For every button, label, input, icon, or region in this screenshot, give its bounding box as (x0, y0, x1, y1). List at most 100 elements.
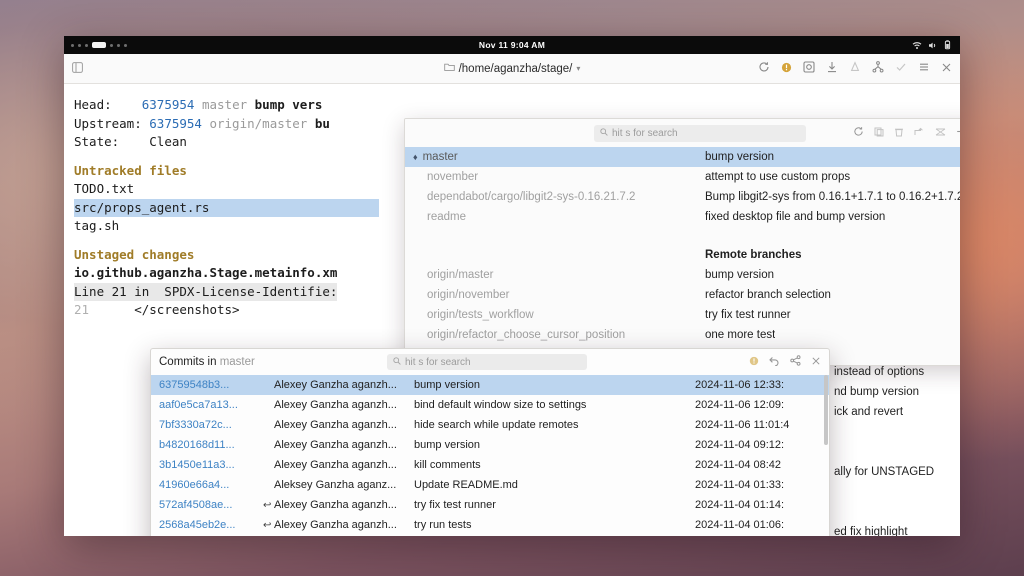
pull-icon[interactable] (826, 60, 838, 78)
head-row[interactable]: Head: 6375954 master bump vers (74, 96, 950, 115)
branch-message: try fix test runner (705, 309, 791, 321)
branch-message: fixed desktop file and bump version (705, 211, 886, 223)
commit-author: Alexey Ganzha aganzh... (274, 459, 397, 471)
table-row[interactable]: 7bf3330a72c... Alexey Ganzha aganzh... h… (151, 415, 829, 435)
commits-scrollbar[interactable] (824, 375, 828, 445)
branch-row[interactable]: origin/november refactor branch selectio… (405, 285, 960, 305)
push-icon[interactable] (849, 60, 861, 78)
merge-icon[interactable] (914, 124, 925, 142)
commit-date: 2024-11-04 09:12: (695, 439, 785, 451)
merge-arrow-icon: ↩ (263, 519, 272, 531)
state-label: State: (74, 134, 120, 149)
branch-row[interactable]: dependabot/cargo/libgit2-sys-0.16.21.7.2… (405, 187, 960, 207)
commit-oid[interactable]: 2568a45eb2e... (159, 519, 263, 531)
table-row[interactable]: 2568a45eb2e... ↩ Alexey Ganzha aganzh...… (151, 515, 829, 535)
branch-row[interactable]: november attempt to use custom props (405, 167, 960, 187)
table-row[interactable]: aaf0e5ca7a13... Alexey Ganzha aganzh... … (151, 395, 829, 415)
cherry-pick-icon[interactable] (790, 353, 801, 371)
branch-row[interactable]: origin/tests_workflow try fix test runne… (405, 305, 960, 325)
status-dot-icon[interactable] (749, 353, 759, 371)
commit-oid[interactable]: b4820168d11... (159, 439, 263, 451)
branch-name-label: readme (427, 211, 466, 223)
diff-line-number: 21 (74, 302, 90, 317)
refresh-icon[interactable] (853, 124, 864, 142)
branch-name-label: november (427, 171, 479, 183)
branch-row[interactable]: origin/master bump version (405, 265, 960, 285)
commit-oid[interactable]: 63759548b3... (159, 379, 263, 391)
chevron-down-icon[interactable]: ▾ (576, 64, 580, 73)
head-hash[interactable]: 6375954 (142, 97, 195, 112)
table-row[interactable]: b4820168d11... Alexey Ganzha aganzh... b… (151, 435, 829, 455)
table-row[interactable]: 41960e66a4... Aleksey Ganzha aganz... Up… (151, 475, 829, 495)
branch-row[interactable]: origin/refactor_choose_cursor_position o… (405, 325, 960, 345)
close-icon[interactable] (941, 60, 952, 78)
titlebar-left (72, 60, 192, 78)
delete-icon[interactable] (894, 124, 904, 142)
commit-oid[interactable]: 572af4508ae... (159, 499, 263, 511)
commits-window-header: Commits in master hit s for search (151, 349, 829, 375)
branch-name: ♦ master (413, 151, 705, 163)
commits-title-branch: master (219, 356, 255, 368)
table-row[interactable]: 572af4508ae... ↩ Alexey Ganzha aganzh...… (151, 495, 829, 515)
commit-oid[interactable]: 7bf3330a72c... (159, 419, 263, 431)
branches-search-input[interactable]: hit s for search (594, 124, 806, 142)
branches-search-placeholder: hit s for search (612, 127, 678, 139)
branch-name-label: master (422, 151, 458, 163)
commits-window: Commits in master hit s for search 63759… (150, 348, 830, 536)
branch-row[interactable]: ♦ master bump version (405, 147, 960, 167)
commits-list: 63759548b3... Alexey Ganzha aganzh... bu… (151, 375, 829, 536)
head-branch-icon: ♦ (413, 152, 418, 162)
table-row[interactable]: 6e5ba34860... ↩ Alexey Ganzha aganzh... … (151, 535, 829, 536)
commits-title-prefix: Commits in (159, 356, 220, 368)
remote-branches-header: Remote branches (705, 249, 802, 261)
commits-search-input[interactable]: hit s for search (387, 354, 587, 370)
commit-date: 2024-11-06 12:09: (695, 399, 785, 411)
branch-name-label: origin/tests_workflow (427, 309, 534, 321)
commit-date: 2024-11-06 12:33: (695, 379, 785, 391)
system-status-bar: Nov 11 9:04 AM (64, 36, 960, 54)
close-icon[interactable] (811, 353, 821, 371)
branch-message: refactor branch selection (705, 289, 831, 301)
commits-search-placeholder: hit s for search (405, 356, 471, 368)
commit-message: Update README.md (414, 479, 518, 491)
commit-oid[interactable]: 3b1450e11a3... (159, 459, 263, 471)
commit-oid[interactable]: aaf0e5ca7a13... (159, 399, 263, 411)
copy-icon[interactable] (874, 124, 884, 142)
branch-message: one more test (705, 329, 776, 341)
refresh-icon[interactable] (758, 60, 770, 78)
branch-message: ally for UNSTAGED (834, 466, 935, 478)
branch-row[interactable]: readme fixed desktop file and bump versi… (405, 207, 960, 227)
commit-message: try run tests (414, 519, 472, 531)
local-branches-list: ♦ master bump version november attempt t… (405, 147, 960, 227)
head-label: Head: (74, 97, 112, 112)
branches-icon[interactable] (872, 60, 884, 78)
commit-oid[interactable]: 41960e66a4... (159, 479, 263, 491)
branch-name-label: origin/master (427, 269, 494, 281)
window-path-label[interactable]: /home/aganzha/stage/ (459, 63, 573, 75)
branches-panel-header: hit s for search (405, 119, 960, 147)
sidebar-toggle-icon[interactable] (72, 60, 83, 78)
commit-date: 2024-11-04 08:42 (695, 459, 782, 471)
status-dot-icon[interactable] (781, 60, 792, 78)
upstream-hash[interactable]: 6375954 (149, 116, 202, 131)
revert-icon[interactable] (769, 353, 780, 371)
commit-message: hide search while update remotes (414, 419, 579, 431)
table-row[interactable]: 63759548b3... Alexey Ganzha aganzh... bu… (151, 375, 829, 395)
branch-name: origin/refactor_choose_cursor_position (413, 329, 705, 341)
table-row[interactable]: 3b1450e11a3... Alexey Ganzha aganzh... k… (151, 455, 829, 475)
head-message: bump vers (254, 97, 323, 112)
commit-message: bump version (414, 379, 481, 391)
commit-icon[interactable] (803, 60, 815, 78)
search-icon (600, 127, 608, 139)
menu-icon[interactable] (918, 60, 930, 78)
upstream-ref: origin/master (209, 115, 308, 131)
branch-name: readme (413, 211, 705, 223)
commits-window-title: Commits in master (159, 356, 255, 368)
system-clock[interactable]: Nov 11 9:04 AM (64, 40, 960, 50)
branches-toolbar (853, 124, 960, 142)
check-icon[interactable] (895, 60, 907, 78)
merge-arrow-icon: ↩ (263, 499, 272, 511)
rebase-icon[interactable] (935, 124, 946, 142)
branch-message: ick and revert (834, 406, 904, 418)
add-branch-icon[interactable] (956, 124, 960, 142)
